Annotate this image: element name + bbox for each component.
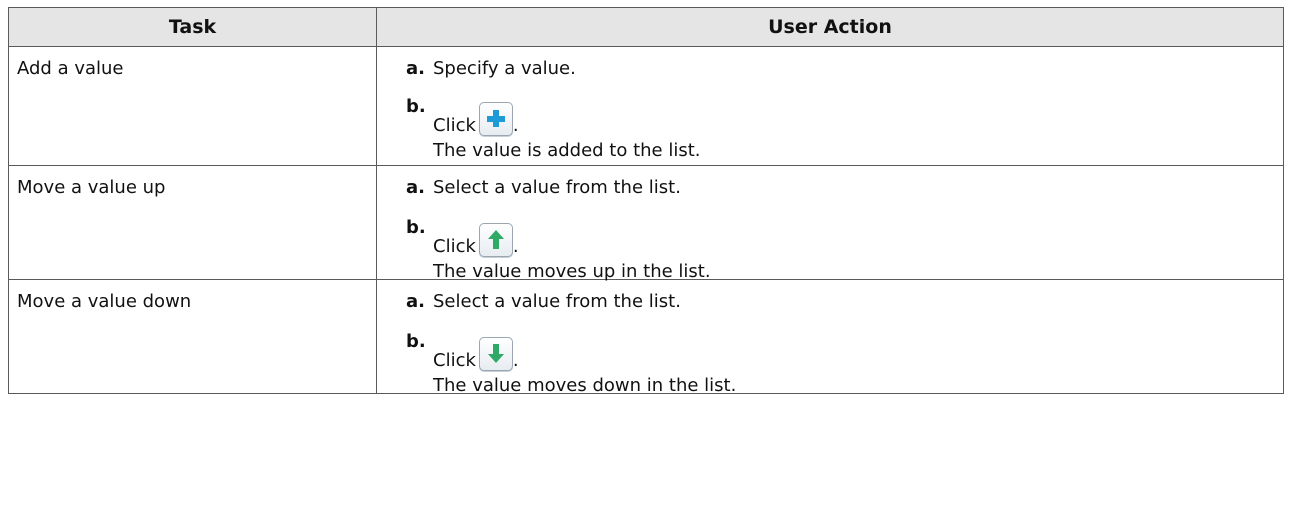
table-row: Move a value down a. Select a value from… <box>8 279 1284 396</box>
step-a-letter: a. <box>406 291 425 312</box>
action-cell-move-down: a. Select a value from the list. b. Clic… <box>376 279 1284 396</box>
add-button[interactable] <box>478 102 513 136</box>
task-action-table: Task User Action Add a value a. Specify … <box>8 7 1284 396</box>
action-cell-move-up: a. Select a value from the list. b. Clic… <box>376 165 1284 282</box>
step-a-letter: a. <box>406 177 425 198</box>
plus-icon <box>486 110 505 127</box>
table-row: Add a value a. Specify a value. b. Click <box>8 46 1284 166</box>
arrow-down-icon <box>487 344 504 363</box>
step-a-text: Select a value from the list. <box>433 291 681 312</box>
arrow-up-icon <box>487 230 504 249</box>
step-b-body: Click . The value moves down in the list… <box>433 331 736 396</box>
click-instruction: Click . <box>433 331 736 371</box>
click-label: Click <box>433 115 476 136</box>
header-task: Task <box>8 7 377 47</box>
period: . <box>512 236 519 257</box>
move-up-button[interactable] <box>478 223 513 257</box>
period: . <box>512 115 519 136</box>
table-header-row: Task User Action <box>8 7 1284 47</box>
step-b-letter: b. <box>406 331 426 352</box>
result-text: The value is added to the list. <box>433 140 701 161</box>
table-row: Move a value up a. Select a value from t… <box>8 165 1284 282</box>
move-down-button[interactable] <box>478 337 513 371</box>
header-user-action: User Action <box>376 7 1284 47</box>
step-a-text: Specify a value. <box>433 58 576 79</box>
click-instruction: Click . <box>433 96 701 136</box>
task-cell-move-up: Move a value up <box>8 165 377 280</box>
step-b-letter: b. <box>406 217 426 238</box>
click-label: Click <box>433 350 476 371</box>
step-b-letter: b. <box>406 96 426 117</box>
task-cell-add: Add a value <box>8 46 377 166</box>
result-text: The value moves down in the list. <box>433 375 737 396</box>
step-a-letter: a. <box>406 58 425 79</box>
action-cell-add: a. Specify a value. b. Click . The value… <box>376 46 1284 166</box>
click-label: Click <box>433 236 476 257</box>
step-b-body: Click . The value moves up in the list. <box>433 217 711 282</box>
period: . <box>512 350 519 371</box>
task-cell-move-down: Move a value down <box>8 279 377 394</box>
click-instruction: Click . <box>433 217 711 257</box>
step-b-body: Click . The value is added to the list. <box>433 96 701 161</box>
step-a-text: Select a value from the list. <box>433 177 681 198</box>
